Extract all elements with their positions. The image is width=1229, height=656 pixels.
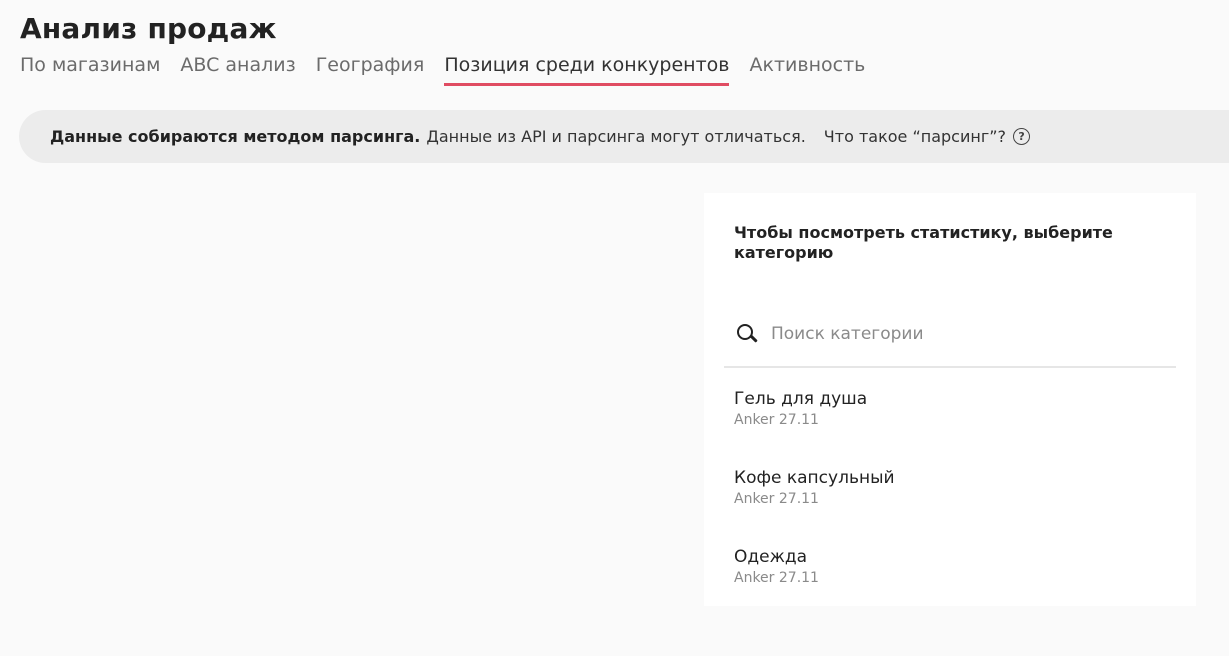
help-icon[interactable]: ? xyxy=(1013,128,1031,145)
search-icon xyxy=(736,323,758,345)
notice-text: Данные из API и парсинга могут отличатьс… xyxy=(426,127,806,146)
category-search xyxy=(724,301,1176,368)
category-item-source: Anker 27.11 xyxy=(734,570,819,586)
category-item-name: Гель для душа xyxy=(734,389,868,409)
tab-abc-analysis[interactable]: ABC анализ xyxy=(180,52,295,86)
tab-geography[interactable]: География xyxy=(316,52,425,86)
category-item-name: Одежда xyxy=(734,547,808,567)
tab-competitor-position[interactable]: Позиция среди конкурентов xyxy=(444,52,730,86)
category-item-name: Кофе капсульный xyxy=(734,468,895,488)
what-is-parsing-link[interactable]: Что такое “парсинг”? ? xyxy=(823,127,1031,146)
category-list: Гель для душа Anker 27.11 Кофе капсульны… xyxy=(734,389,1174,626)
category-item-source: Anker 27.11 xyxy=(734,412,819,428)
parsing-notice-banner: Данные собираются методом парсинга. Данн… xyxy=(19,110,1229,163)
category-search-input[interactable] xyxy=(769,322,1153,345)
panel-title: Чтобы посмотреть статистику, выберите ка… xyxy=(734,223,1113,262)
notice-bold-text: Данные собираются методом парсинга. xyxy=(50,127,421,146)
category-item-source: Anker 27.11 xyxy=(734,491,819,507)
category-select-panel: Чтобы посмотреть статистику, выберите ка… xyxy=(704,193,1196,606)
category-item-capsule-coffee[interactable]: Кофе капсульный Anker 27.11 xyxy=(734,468,1174,547)
what-is-parsing-label: Что такое “парсинг”? xyxy=(823,127,1007,146)
tab-bar: По магазинам ABC анализ География Позици… xyxy=(20,52,865,86)
page-title: Анализ продаж xyxy=(20,12,277,45)
category-item-clothing[interactable]: Одежда Anker 27.11 xyxy=(734,547,1174,626)
tab-by-stores[interactable]: По магазинам xyxy=(20,52,160,86)
tab-activity[interactable]: Активность xyxy=(749,52,865,86)
category-item-shower-gel[interactable]: Гель для душа Anker 27.11 xyxy=(734,389,1174,468)
